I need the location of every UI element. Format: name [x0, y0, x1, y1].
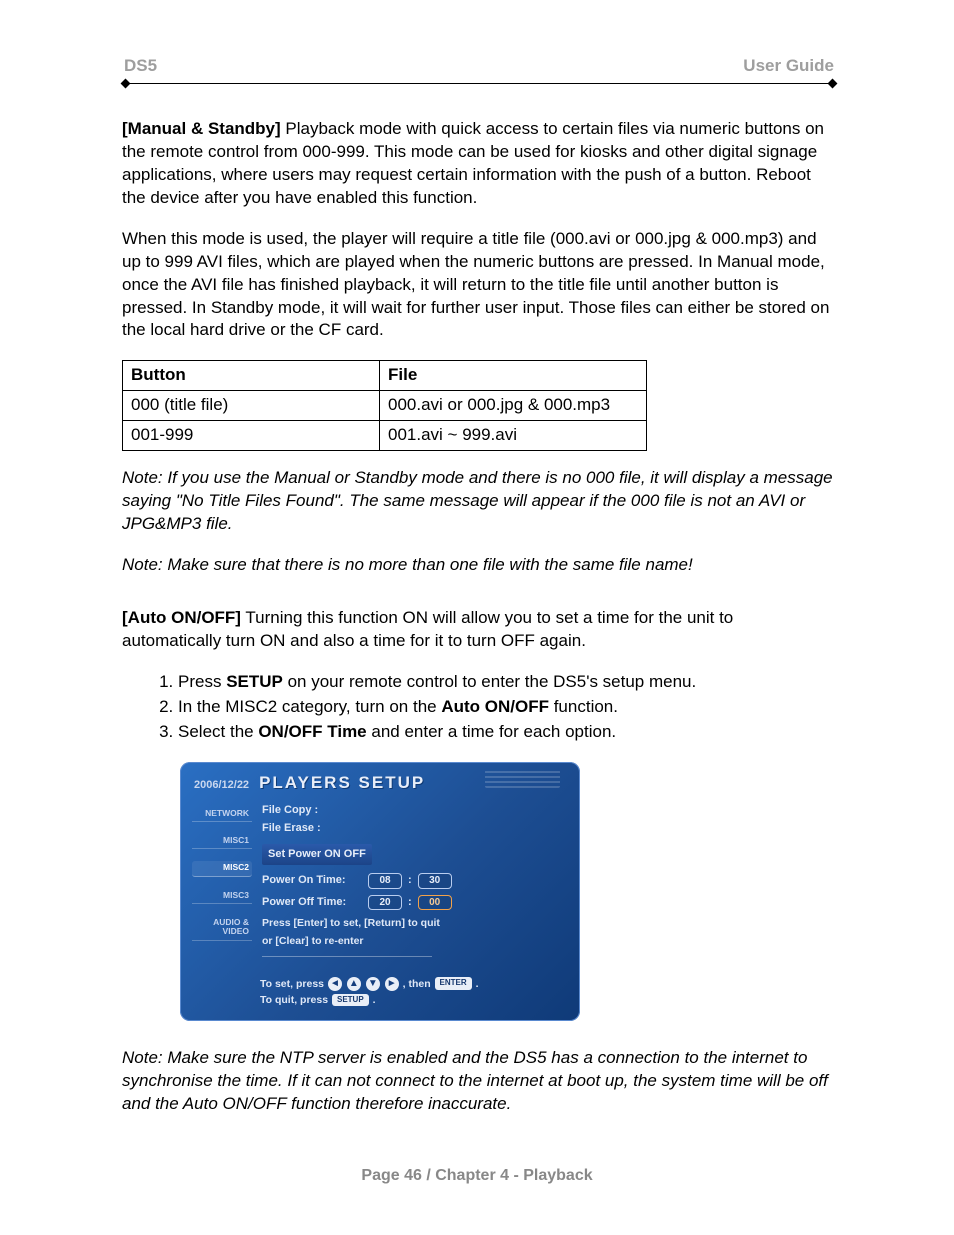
colon: :: [408, 873, 412, 888]
arrow-down-icon: ▼: [366, 977, 380, 991]
table-row: 000 (title file) 000.avi or 000.jpg & 00…: [123, 391, 647, 421]
lead-manual-standby: [Manual & Standby]: [122, 119, 281, 138]
header-right: User Guide: [743, 55, 834, 78]
page-header: DS5 User Guide: [122, 55, 836, 78]
setup-footer-hint: To set, press ◄ ▲ ▼ ► , then ENTER . To …: [180, 977, 580, 1021]
paragraph-auto-onoff: [Auto ON/OFF] Turning this function ON w…: [122, 607, 836, 653]
side-item-network[interactable]: NETWORK: [192, 807, 252, 822]
pane-hint-1: Press [Enter] to set, [Return] to quit: [262, 916, 568, 932]
step-key: ON/OFF Time: [258, 722, 366, 741]
table-header-row: Button File: [123, 361, 647, 391]
steps-list: Press SETUP on your remote control to en…: [122, 671, 836, 744]
stripes-deco: [485, 770, 560, 788]
power-on-row: Power On Time: 08 : 30: [262, 873, 568, 889]
rule-line: [128, 83, 830, 84]
setup-key-icon: SETUP: [332, 994, 369, 1007]
players-setup-figure: 2006/12/22 PLAYERS SETUP NETWORK MISC1 M…: [180, 762, 580, 1021]
power-off-minute[interactable]: 00: [418, 895, 452, 911]
note-unique-filename: Note: Make sure that there is no more th…: [122, 554, 836, 577]
cell: 001.avi ~ 999.avi: [380, 421, 647, 451]
header-left: DS5: [124, 55, 157, 78]
set-power-heading: Set Power ON OFF: [262, 844, 372, 865]
step-text: on your remote control to enter the DS5'…: [283, 672, 696, 691]
step-item: Press SETUP on your remote control to en…: [178, 671, 836, 694]
foot-text: .: [373, 994, 376, 1006]
side-item-misc1[interactable]: MISC1: [192, 834, 252, 849]
setup-titlebar: 2006/12/22 PLAYERS SETUP: [180, 762, 580, 799]
cell: 000.avi or 000.jpg & 000.mp3: [380, 391, 647, 421]
page-footer: Page 46 / Chapter 4 - Playback: [0, 1165, 954, 1187]
foot-text: To quit, press: [260, 994, 328, 1006]
th-button: Button: [123, 361, 380, 391]
setup-side-nav: NETWORK MISC1 MISC2 MISC3 AUDIO & VIDEO: [192, 803, 252, 967]
table-row: 001-999 001.avi ~ 999.avi: [123, 421, 647, 451]
step-text: In the MISC2 category, turn on the: [178, 697, 441, 716]
file-erase-label: File Erase :: [262, 821, 568, 836]
step-key: Auto ON/OFF: [441, 697, 549, 716]
pane-hint-2: or [Clear] to re-enter: [262, 934, 568, 950]
power-off-label: Power Off Time:: [262, 895, 362, 910]
note-ntp: Note: Make sure the NTP server is enable…: [122, 1047, 836, 1116]
step-text: Select the: [178, 722, 258, 741]
step-item: Select the ON/OFF Time and enter a time …: [178, 721, 836, 744]
cell: 000 (title file): [123, 391, 380, 421]
step-key: SETUP: [226, 672, 283, 691]
header-rule: [122, 80, 836, 90]
note-no-title-file: Note: If you use the Manual or Standby m…: [122, 467, 836, 536]
lead-auto-onoff: [Auto ON/OFF]: [122, 608, 241, 627]
arrow-up-icon: ▲: [347, 977, 361, 991]
power-on-minute[interactable]: 30: [418, 873, 452, 889]
enter-key-icon: ENTER: [435, 977, 472, 990]
step-text: function.: [549, 697, 618, 716]
setup-title: PLAYERS SETUP: [259, 772, 425, 795]
side-item-audio-video[interactable]: AUDIO & VIDEO: [192, 916, 252, 941]
step-item: In the MISC2 category, turn on the Auto …: [178, 696, 836, 719]
power-on-label: Power On Time:: [262, 873, 362, 888]
power-off-row: Power Off Time: 20 : 00: [262, 895, 568, 911]
power-off-hour[interactable]: 20: [368, 895, 402, 911]
foot-text: .: [476, 978, 479, 990]
setup-main-pane: File Copy : File Erase : Set Power ON OF…: [262, 803, 568, 967]
side-item-misc2[interactable]: MISC2: [192, 861, 252, 876]
foot-text: To set, press: [260, 978, 324, 990]
foot-text: , then: [403, 978, 431, 990]
step-text: Press: [178, 672, 226, 691]
setup-date: 2006/12/22: [194, 778, 249, 793]
side-item-misc3[interactable]: MISC3: [192, 889, 252, 904]
paragraph-title-file: When this mode is used, the player will …: [122, 228, 836, 343]
step-text: and enter a time for each option.: [367, 722, 617, 741]
diamond-icon: [828, 78, 838, 88]
separator-line: [262, 956, 432, 957]
arrow-left-icon: ◄: [328, 977, 342, 991]
cell: 001-999: [123, 421, 380, 451]
button-file-table: Button File 000 (title file) 000.avi or …: [122, 360, 647, 451]
power-on-hour[interactable]: 08: [368, 873, 402, 889]
paragraph-manual-standby: [Manual & Standby] Playback mode with qu…: [122, 118, 836, 210]
arrow-right-icon: ►: [385, 977, 399, 991]
th-file: File: [380, 361, 647, 391]
colon: :: [408, 895, 412, 910]
file-copy-label: File Copy :: [262, 803, 568, 818]
